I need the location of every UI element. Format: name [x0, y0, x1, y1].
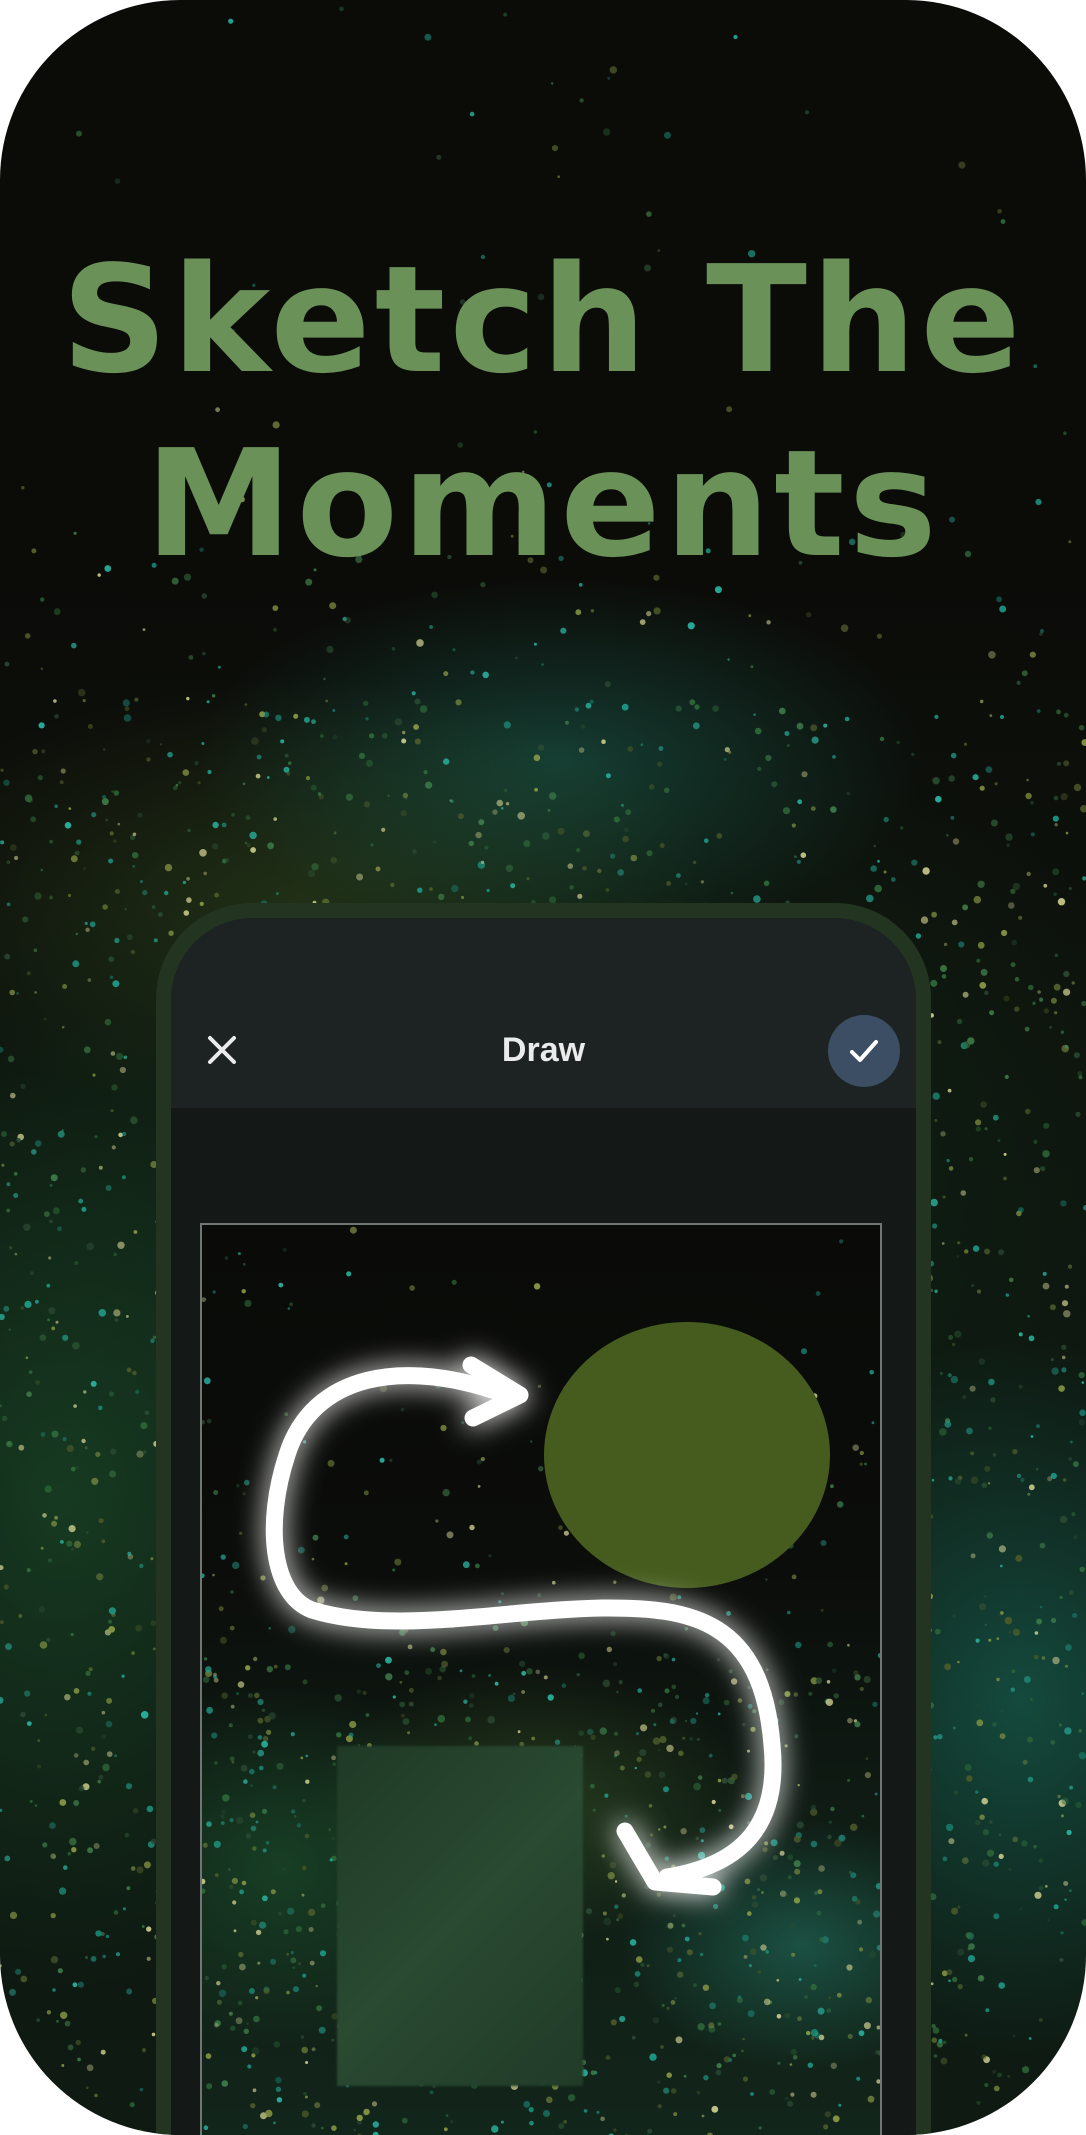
drawing-canvas[interactable] — [200, 1223, 882, 2135]
phone-mockup: Draw — [156, 903, 931, 2135]
editor-title: Draw — [501, 1031, 586, 1069]
editor-navbar: Draw — [171, 918, 916, 1108]
phone-screen: Draw — [171, 918, 916, 2135]
arrow-stroke — [265, 1356, 782, 1896]
headline-line-2: Moments — [145, 418, 941, 590]
done-button[interactable] — [828, 1015, 900, 1087]
promo-screen: Sketch The Moments Draw — [0, 0, 1086, 2135]
headline-line-1: Sketch The — [61, 234, 1025, 406]
checkmark-icon — [850, 1040, 878, 1062]
